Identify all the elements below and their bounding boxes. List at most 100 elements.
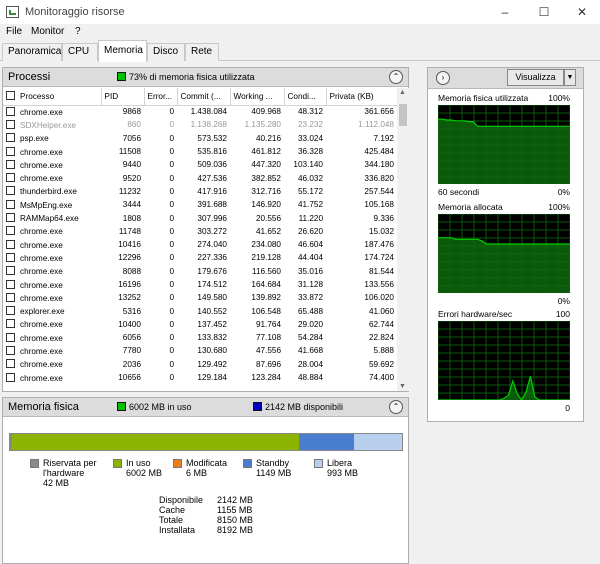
menu-file[interactable]: File [6,26,22,37]
scroll-thumb[interactable] [399,104,407,126]
select-all-checkbox[interactable] [6,91,15,101]
table-row[interactable]: psp.exe 7056 0 573.532 40.216 33.024 7.192 [3,132,397,145]
legend-value: 6 MB [186,468,208,478]
table-cell: 0 [169,213,174,223]
processes-scrollbar[interactable]: ▲ ▼ [397,88,409,391]
tab-network[interactable]: Rete [185,43,219,61]
row-checkbox[interactable] [6,146,15,156]
stat-value: 2142 MB [217,495,254,505]
expand-side-icon[interactable]: › [436,71,450,85]
process-name: chrome.exe [20,240,63,250]
tab-memory[interactable]: Memoria [98,40,147,62]
table-row[interactable]: chrome.exe 10416 0 274.040 234.080 46.604 187.… [3,238,397,251]
table-row[interactable]: chrome.exe 10656 0 129.184 123.284 48.884 74.4… [3,371,397,384]
menu-help[interactable]: ? [75,26,81,37]
table-cell: 382.852 [251,173,281,183]
view-dropdown-icon[interactable]: ▼ [564,69,576,86]
row-checkbox[interactable] [6,292,15,302]
table-row[interactable]: chrome.exe 9868 0 1.438.084 409.968 48.312 361… [3,105,397,118]
table-cell: 12296 [118,253,141,263]
table-row[interactable]: chrome.exe 9440 0 509.036 447.320 103.140 344.… [3,158,397,171]
table-cell: 11748 [118,226,141,236]
column-header[interactable]: Error... [144,88,178,106]
table-cell: 303.272 [197,226,227,236]
table-row[interactable]: chrome.exe 6056 0 133.832 77.108 54.284 22.824 [3,331,397,344]
collapse-physical-icon[interactable]: ⌃ [389,400,403,414]
tab-cpu[interactable]: CPU [62,43,98,61]
table-cell: 9440 [122,160,141,170]
table-row[interactable]: RAMMap64.exe 1808 0 307.996 20.556 11.220 9.33… [3,211,397,224]
table-cell: 116.560 [252,266,281,276]
legend-item: Riservata per l'hardware 42 MB [30,458,100,488]
table-row[interactable]: thunderbird.exe 11232 0 417.916 312.716 55.17… [3,185,397,198]
table-cell: 257.544 [364,186,394,196]
physical-memory-header[interactable]: Memoria fisica 6002 MB in uso 2142 MB di… [3,398,408,417]
row-checkbox[interactable] [6,119,15,129]
table-row[interactable]: SDXHelper.exe 860 0 1.138.268 1.135.280 23.23… [3,118,397,131]
column-header[interactable]: Privata (KB) [326,88,397,106]
process-name: psp.exe [20,134,49,144]
table-row[interactable]: chrome.exe 9520 0 427.536 382.852 46.032 336.8… [3,171,397,184]
scroll-down-icon[interactable]: ▼ [399,383,406,390]
graph-min: 0% [557,187,570,197]
row-checkbox[interactable] [6,345,15,355]
table-row[interactable]: chrome.exe 2036 0 129.492 87.696 28.004 59.692 [3,358,397,371]
row-checkbox[interactable] [6,159,15,169]
table-cell: 22.824 [368,333,394,343]
column-header[interactable]: Processo [3,88,102,106]
row-checkbox[interactable] [6,213,15,223]
table-row[interactable]: chrome.exe 11508 0 535.816 461.812 36.328 425.… [3,145,397,158]
row-checkbox[interactable] [6,359,15,369]
table-row[interactable]: chrome.exe 13252 0 149.580 139.892 33.872 106.… [3,291,397,304]
maximize-icon[interactable]: ☐ [525,0,563,24]
collapse-processes-icon[interactable]: ⌃ [389,70,403,84]
row-checkbox[interactable] [6,306,15,316]
row-checkbox[interactable] [6,319,15,329]
row-checkbox[interactable] [6,266,15,276]
row-checkbox[interactable] [6,199,15,209]
usage-swatch [117,72,126,81]
row-checkbox[interactable] [6,372,15,382]
table-row[interactable]: chrome.exe 11748 0 303.272 41.652 26.620 15.03… [3,225,397,238]
close-icon[interactable]: ✕ [563,0,600,24]
table-row[interactable]: chrome.exe 10400 0 137.452 91.764 29.020 62.74… [3,318,397,331]
table-row[interactable]: explorer.exe 5316 0 140.552 106.548 65.488 41.… [3,304,397,317]
table-cell: 44.404 [297,253,323,263]
table-row[interactable]: chrome.exe 8088 0 179.676 116.560 35.016 81.54… [3,265,397,278]
stat-row: Totale 8150 MB [159,515,269,525]
tab-overview[interactable]: Panoramica [2,43,62,61]
table-cell: 33.024 [297,133,323,143]
row-checkbox[interactable] [6,332,15,342]
minimize-icon[interactable]: – [486,0,524,24]
row-checkbox[interactable] [6,133,15,143]
row-checkbox[interactable] [6,186,15,196]
row-checkbox[interactable] [6,239,15,249]
tab-disk[interactable]: Disco [147,43,185,61]
table-row[interactable]: chrome.exe 12296 0 227.336 219.128 44.404 174.… [3,251,397,264]
table-row[interactable]: chrome.exe 7780 0 130.680 47.556 41.668 5.888 [3,344,397,357]
table-cell: 74.400 [368,373,394,383]
column-header[interactable]: Commit (... [177,88,231,106]
scroll-up-icon[interactable]: ▲ [399,89,406,96]
row-checkbox[interactable] [6,106,15,116]
physical-memory-title: Memoria fisica [8,401,79,413]
available-text: 2142 MB disponibili [265,402,344,412]
column-header[interactable]: Working ... [230,88,285,106]
view-button[interactable]: Visualizza [507,69,564,86]
processes-header[interactable]: Processi 73% di memoria fisica utilizzat… [3,68,408,87]
row-checkbox[interactable] [6,279,15,289]
legend-swatch [243,459,252,468]
table-cell: 0 [169,266,174,276]
table-cell: 81.544 [368,266,394,276]
table-cell: 62.744 [368,319,394,329]
row-checkbox[interactable] [6,173,15,183]
table-cell: 133.832 [197,333,227,343]
row-checkbox[interactable] [6,252,15,262]
column-header[interactable]: Condi... [284,88,327,106]
table-cell: 1808 [122,213,141,223]
menu-monitor[interactable]: Monitor [31,26,64,37]
column-header[interactable]: PID [101,88,145,106]
table-row[interactable]: MsMpEng.exe 3444 0 391.688 146.920 41.752 105.… [3,198,397,211]
row-checkbox[interactable] [6,226,15,236]
table-row[interactable]: chrome.exe 16196 0 174.512 164.684 31.128 133.… [3,278,397,291]
